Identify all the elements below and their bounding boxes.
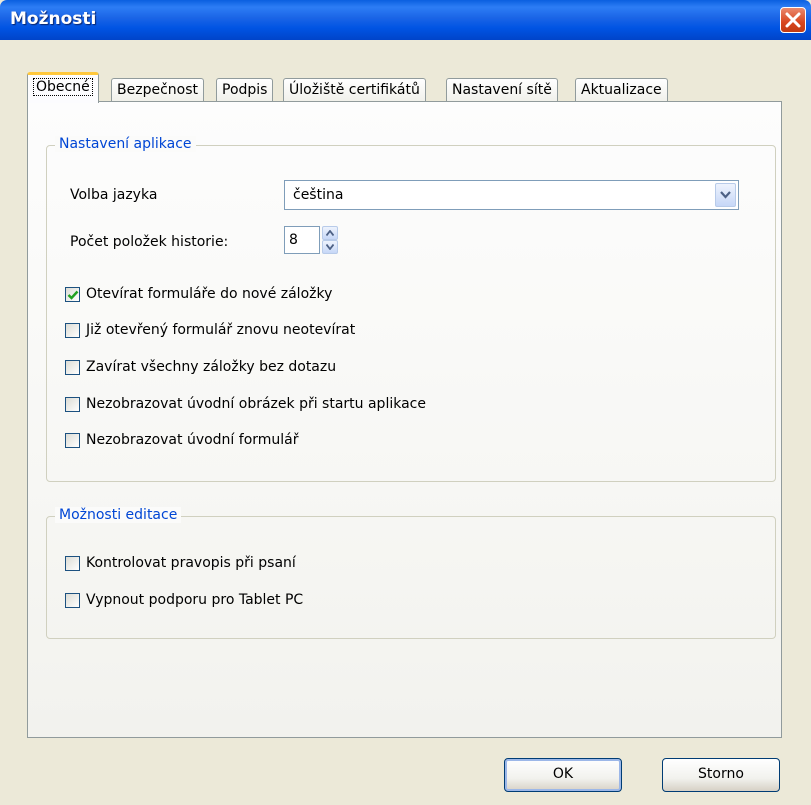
- checkbox-dont-reopen-form[interactable]: [65, 323, 80, 338]
- spin-up-button[interactable]: [322, 226, 338, 240]
- tab-security[interactable]: Bezpečnost: [111, 78, 204, 102]
- chevron-down-icon: [720, 191, 731, 199]
- dropdown-button[interactable]: [715, 183, 736, 207]
- general-tab-panel: Nastavení aplikace Volba jazyka čeština …: [27, 101, 782, 738]
- language-value: čeština: [293, 187, 344, 203]
- language-label: Volba jazyka: [70, 187, 158, 203]
- window-title: Možnosti: [10, 9, 97, 29]
- language-select[interactable]: čeština: [284, 180, 739, 210]
- checkbox-hide-intro-form[interactable]: [65, 433, 80, 448]
- history-label: Počet položek historie:: [70, 234, 229, 250]
- checkbox-close-tabs-without-prompt[interactable]: [65, 360, 80, 375]
- history-count-value: 8: [289, 232, 298, 248]
- checkbox-disable-tablet-pc[interactable]: [65, 593, 80, 608]
- tab-updates[interactable]: Aktualizace: [575, 78, 668, 102]
- checkbox-hide-splash-image[interactable]: [65, 397, 80, 412]
- close-button[interactable]: [780, 7, 806, 33]
- tab-network-settings[interactable]: Nastavení sítě: [446, 78, 558, 102]
- checkbox-label: Otevírat formuláře do nové záložky: [86, 286, 333, 302]
- edit-options-group: Možnosti editace Kontrolovat pravopis př…: [46, 507, 776, 639]
- checkbox-label: Kontrolovat pravopis při psaní: [86, 555, 296, 571]
- arrow-up-icon: [326, 230, 334, 236]
- checkbox-label: Vypnout podporu pro Tablet PC: [86, 592, 304, 608]
- tab-signature[interactable]: Podpis: [216, 78, 274, 102]
- title-bar[interactable]: Možnosti: [0, 0, 811, 40]
- checkbox-spellcheck[interactable]: [65, 556, 80, 571]
- tab-general[interactable]: Obecné: [27, 72, 99, 103]
- checkbox-label: Nezobrazovat úvodní obrázek při startu a…: [86, 396, 426, 412]
- arrow-down-icon: [326, 244, 334, 250]
- tab-general-label: Obecné: [33, 78, 93, 96]
- checkbox-open-forms-new-tab[interactable]: [65, 287, 80, 302]
- options-dialog: Možnosti Obecné Bezpečnost Podpis Úložiš…: [0, 0, 811, 805]
- tab-certificate-store[interactable]: Úložiště certifikátů: [283, 78, 426, 102]
- spin-down-button[interactable]: [322, 240, 338, 254]
- history-count-input[interactable]: 8: [284, 226, 320, 254]
- edit-options-title: Možnosti editace: [55, 507, 182, 523]
- ok-button[interactable]: OK: [504, 758, 622, 792]
- checkbox-label: Zavírat všechny záložky bez dotazu: [86, 359, 337, 375]
- checkbox-label: Nezobrazovat úvodní formulář: [86, 432, 299, 448]
- checkbox-label: Již otevřený formulář znovu neotevírat: [86, 322, 356, 338]
- checkmark-icon: [67, 290, 79, 300]
- app-settings-title: Nastavení aplikace: [55, 136, 196, 152]
- close-icon: [785, 12, 801, 28]
- cancel-button[interactable]: Storno: [662, 758, 780, 792]
- app-settings-group: Nastavení aplikace Volba jazyka čeština …: [46, 136, 776, 482]
